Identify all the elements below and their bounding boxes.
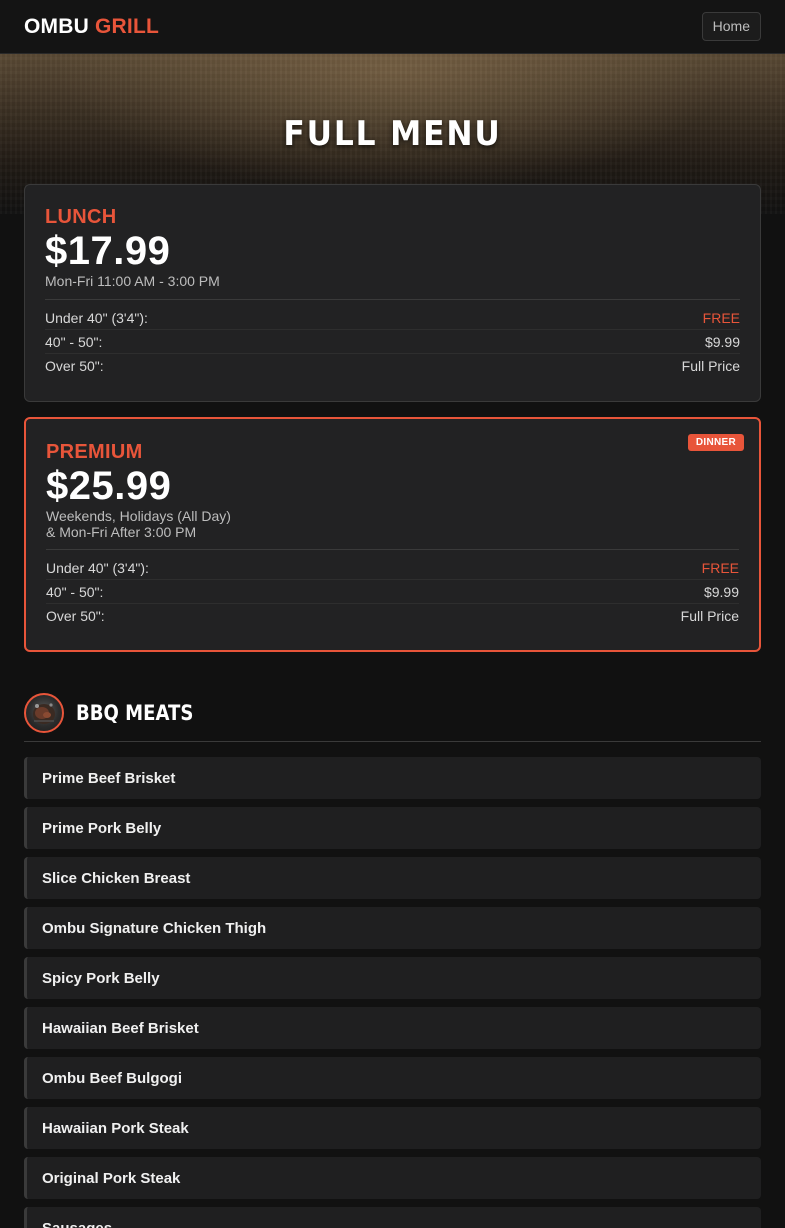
premium-hours-line1: Weekends, Holidays (All Day) — [46, 508, 231, 524]
premium-hours-line2: & Mon-Fri After 3:00 PM — [46, 524, 197, 540]
premium-price: $25.99 — [46, 464, 172, 508]
pricing-row: 40" - 50": $9.99 — [46, 580, 739, 604]
menu-item[interactable]: Prime Pork Belly — [24, 807, 761, 849]
premium-pricing-rows: Under 40" (3'4"): FREE 40" - 50": $9.99 … — [46, 556, 739, 628]
menu-item[interactable]: Original Pork Steak — [24, 1157, 761, 1199]
premium-label: PREMIUM — [46, 441, 143, 463]
menu-item[interactable]: Spicy Pork Belly — [24, 957, 761, 999]
lunch-price-card: LUNCH $17.99 Mon-Fri 11:00 AM - 3:00 PM … — [24, 184, 761, 402]
pricing-row-label: Under 40" (3'4"): — [46, 559, 149, 576]
pricing-row-value: FREE — [702, 309, 740, 326]
menu-item[interactable]: Hawaiian Pork Steak — [24, 1107, 761, 1149]
pricing-row-label: 40" - 50": — [45, 333, 103, 350]
lunch-price: $17.99 — [45, 229, 171, 273]
pricing-row: Under 40" (3'4"): FREE — [45, 306, 740, 330]
section-title: BBQ MEATS — [76, 701, 194, 725]
pricing-row-label: Over 50": — [45, 358, 104, 374]
section-header-bbq-meats: BBQ MEATS — [24, 693, 761, 742]
lunch-divider — [45, 299, 740, 300]
bbq-meat-icon — [24, 693, 64, 733]
menu-item[interactable]: Sausages — [24, 1207, 761, 1228]
pricing-row-value: Full Price — [681, 358, 740, 374]
lunch-hours: Mon-Fri 11:00 AM - 3:00 PM — [45, 273, 220, 289]
lunch-label: LUNCH — [45, 206, 117, 228]
menu-item[interactable]: Prime Beef Brisket — [24, 757, 761, 799]
pricing-row-value: FREE — [701, 559, 739, 576]
menu-item[interactable]: Ombu Beef Bulgogi — [24, 1057, 761, 1099]
premium-divider — [46, 549, 739, 550]
pricing-row: Over 50": Full Price — [46, 604, 739, 628]
menu-item[interactable]: Hawaiian Beef Brisket — [24, 1007, 761, 1049]
pricing-row-label: 40" - 50": — [46, 583, 104, 600]
menu-item[interactable]: Ombu Signature Chicken Thigh — [24, 907, 761, 949]
brand-logo[interactable]: OMBU GRILL — [24, 15, 159, 39]
pricing-row-value: $9.99 — [704, 333, 740, 350]
pricing-row: Under 40" (3'4"): FREE — [46, 556, 739, 580]
top-navbar: OMBU GRILL Home — [0, 0, 785, 54]
premium-hours: Weekends, Holidays (All Day) & Mon-Fri A… — [46, 508, 231, 540]
pricing-row: Over 50": Full Price — [45, 354, 740, 378]
brand-name: OMBU — [24, 15, 89, 38]
lunch-pricing-rows: Under 40" (3'4"): FREE 40" - 50": $9.99 … — [45, 306, 740, 378]
page-title: FULL MENU — [283, 114, 502, 154]
brand-accent: GRILL — [95, 15, 160, 38]
pricing-row: 40" - 50": $9.99 — [45, 330, 740, 354]
pricing-row-label: Under 40" (3'4"): — [45, 309, 148, 326]
menu-item[interactable]: Slice Chicken Breast — [24, 857, 761, 899]
home-button[interactable]: Home — [701, 12, 761, 41]
dinner-badge: DINNER — [687, 434, 744, 451]
pricing-row-value: Full Price — [680, 608, 739, 624]
bbq-meats-list: Prime Beef Brisket Prime Pork Belly Slic… — [24, 757, 761, 1228]
pricing-row-value: $9.99 — [703, 583, 739, 600]
premium-price-card: DINNER PREMIUM $25.99 Weekends, Holidays… — [24, 417, 761, 652]
pricing-row-label: Over 50": — [46, 608, 105, 624]
